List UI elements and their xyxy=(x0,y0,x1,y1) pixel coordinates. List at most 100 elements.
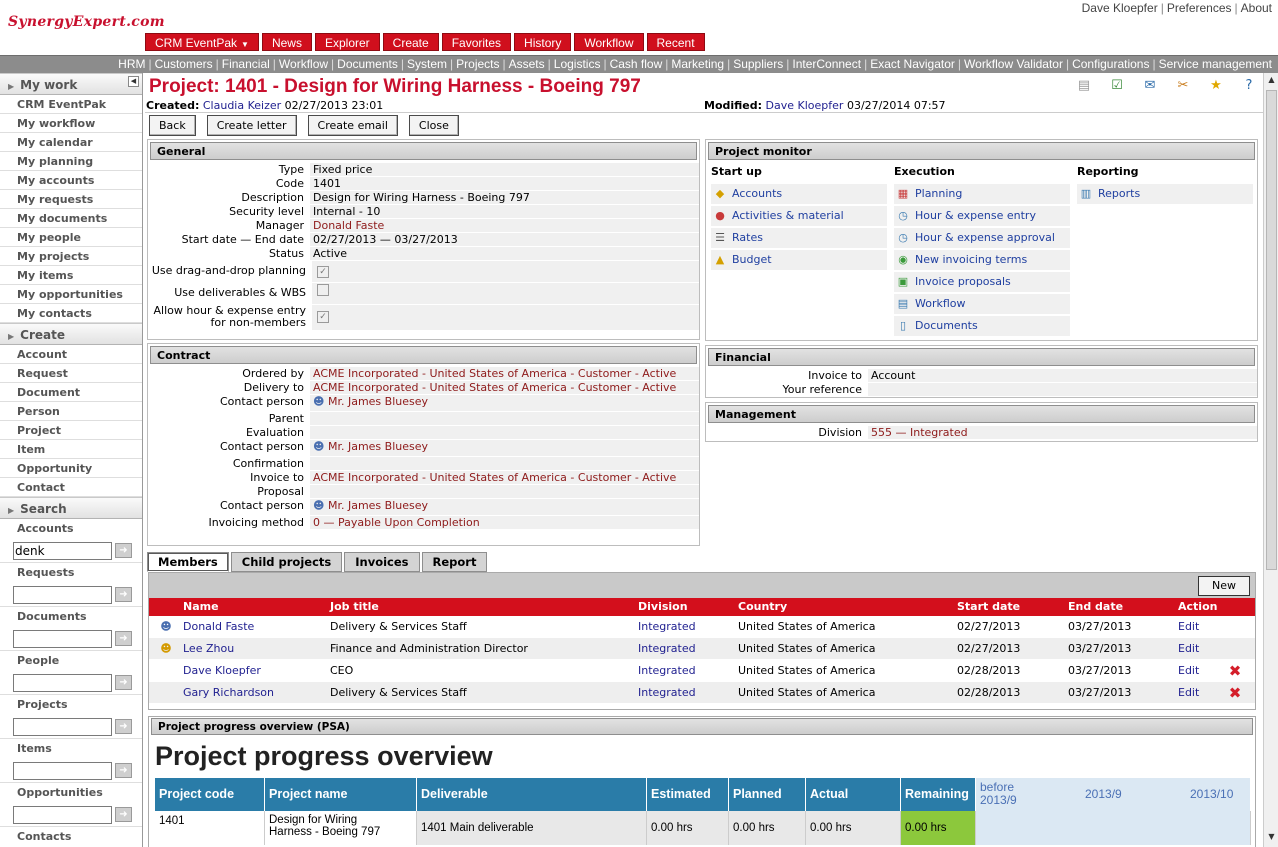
checklist-icon[interactable]: ☑ xyxy=(1107,78,1127,94)
sidebar-create-contact[interactable]: Contact xyxy=(0,478,142,497)
scrollbar-thumb[interactable] xyxy=(1266,90,1277,570)
edit-link[interactable]: Edit xyxy=(1178,642,1199,655)
search-header[interactable]: ▶ Search xyxy=(0,497,142,519)
sidebar-create-project[interactable]: Project xyxy=(0,421,142,440)
sidebar-create-item[interactable]: Item xyxy=(0,440,142,459)
favorite-star-icon[interactable]: ★ xyxy=(1206,78,1226,94)
sidebar-item-my-projects[interactable]: My projects xyxy=(0,247,142,266)
submenu-marketing[interactable]: Marketing xyxy=(671,57,724,71)
sidebar-item-crm-eventpak[interactable]: CRM EventPak xyxy=(0,95,142,114)
member-name-link[interactable]: Donald Faste xyxy=(183,620,254,633)
user-name[interactable]: Dave Kloepfer xyxy=(1082,1,1158,15)
submenu-suppliers[interactable]: Suppliers xyxy=(733,57,783,71)
tools-icon[interactable]: ✂ xyxy=(1173,78,1193,94)
menu-crm-eventpak[interactable]: CRM EventPak ▼ xyxy=(145,33,259,51)
member-division-link[interactable]: Integrated xyxy=(638,664,696,677)
delete-icon[interactable]: ✖ xyxy=(1229,662,1242,680)
scroll-down-icon[interactable]: ▼ xyxy=(1265,832,1278,845)
go-arrow-icon[interactable]: ➜ xyxy=(115,763,132,778)
delete-icon[interactable]: ✖ xyxy=(1229,684,1242,702)
menu-create[interactable]: Create xyxy=(382,33,439,51)
sidebar-item-my-planning[interactable]: My planning xyxy=(0,152,142,171)
monitor-rates[interactable]: ☰ Rates xyxy=(711,228,887,248)
monitor-activities-material[interactable]: ● Activities & material xyxy=(711,206,887,226)
tab-child-projects[interactable]: Child projects xyxy=(230,552,343,572)
tab-invoices[interactable]: Invoices xyxy=(344,552,420,572)
member-division-link[interactable]: Integrated xyxy=(638,686,696,699)
menu-recent[interactable]: Recent xyxy=(646,33,705,51)
submenu-workflow[interactable]: Workflow xyxy=(279,57,328,71)
submenu-financial[interactable]: Financial xyxy=(222,57,270,71)
monitor-accounts[interactable]: ◆ Accounts xyxy=(711,184,887,204)
search-items-input[interactable] xyxy=(13,761,112,780)
sidebar-create-request[interactable]: Request xyxy=(0,364,142,383)
submenu-workflow-validator[interactable]: Workflow Validator xyxy=(964,57,1063,71)
my-work-header[interactable]: ▶ My work ◀ xyxy=(0,73,142,95)
menu-favorites[interactable]: Favorites xyxy=(441,33,512,51)
close-button[interactable]: Close xyxy=(408,115,459,136)
search-people-input[interactable] xyxy=(13,673,112,692)
submenu-cash-flow[interactable]: Cash flow xyxy=(610,57,663,71)
sidebar-create-account[interactable]: Account xyxy=(0,345,142,364)
edit-link[interactable]: Edit xyxy=(1178,686,1199,699)
sidebar-item-my-contacts[interactable]: My contacts xyxy=(0,304,142,323)
preferences-link[interactable]: Preferences xyxy=(1167,1,1232,15)
contact-person-link[interactable]: Mr. James Bluesey xyxy=(328,440,428,453)
col-name[interactable]: Name xyxy=(183,598,330,616)
tab-members[interactable]: Members xyxy=(147,552,229,572)
monitor-budget[interactable]: ▲ Budget xyxy=(711,250,887,270)
search-accounts-input[interactable] xyxy=(13,541,112,560)
submenu-interconnect[interactable]: InterConnect xyxy=(792,57,861,71)
sidebar-item-my-requests[interactable]: My requests xyxy=(0,190,142,209)
col-end-date[interactable]: End date xyxy=(1068,598,1178,616)
monitor-planning[interactable]: ▦ Planning xyxy=(894,184,1070,204)
col-job-title[interactable]: Job title xyxy=(330,598,638,616)
search-projects-input[interactable] xyxy=(13,717,112,736)
submenu-hrm[interactable]: HRM xyxy=(118,57,145,71)
monitor-documents[interactable]: ▯ Documents xyxy=(894,316,1070,336)
col-country[interactable]: Country xyxy=(738,598,957,616)
ordered-by-link[interactable]: ACME Incorporated - United States of Ame… xyxy=(313,367,676,380)
sidebar-create-document[interactable]: Document xyxy=(0,383,142,402)
modified-by-link[interactable]: Dave Kloepfer xyxy=(766,99,844,112)
submenu-assets[interactable]: Assets xyxy=(509,57,545,71)
submenu-documents[interactable]: Documents xyxy=(337,57,398,71)
submenu-customers[interactable]: Customers xyxy=(155,57,213,71)
search-requests-input[interactable] xyxy=(13,585,112,604)
monitor-hour-expense-approval[interactable]: ◷ Hour & expense approval xyxy=(894,228,1070,248)
about-link[interactable]: About xyxy=(1241,1,1272,15)
submenu-system[interactable]: System xyxy=(407,57,447,71)
delivery-to-link[interactable]: ACME Incorporated - United States of Ame… xyxy=(313,381,676,394)
sidebar-item-my-people[interactable]: My people xyxy=(0,228,142,247)
member-division-link[interactable]: Integrated xyxy=(638,620,696,633)
synergy-logo[interactable]: SynergyExpert.com xyxy=(8,14,165,30)
monitor-hour-expense-entry[interactable]: ◷ Hour & expense entry xyxy=(894,206,1070,226)
member-division-link[interactable]: Integrated xyxy=(638,642,696,655)
edit-link[interactable]: Edit xyxy=(1178,664,1199,677)
search-documents-input[interactable] xyxy=(13,629,112,648)
member-name-link[interactable]: Dave Kloepfer xyxy=(183,664,261,677)
sidebar-create-person[interactable]: Person xyxy=(0,402,142,421)
collapse-sidebar-icon[interactable]: ◀ xyxy=(128,76,139,87)
sidebar-item-my-opportunities[interactable]: My opportunities xyxy=(0,285,142,304)
scroll-up-icon[interactable]: ▲ xyxy=(1265,75,1278,88)
vertical-scrollbar[interactable]: ▲ ▼ xyxy=(1263,73,1278,847)
email-icon[interactable]: ✉ xyxy=(1140,78,1160,94)
submenu-exact-navigator[interactable]: Exact Navigator xyxy=(870,57,955,71)
col-start-date[interactable]: Start date xyxy=(957,598,1068,616)
allow-entry-checkbox[interactable]: ✓ xyxy=(317,311,329,323)
sidebar-item-my-documents[interactable]: My documents xyxy=(0,209,142,228)
go-arrow-icon[interactable]: ➜ xyxy=(115,587,132,602)
create-letter-button[interactable]: Create letter xyxy=(206,115,297,136)
manager-link[interactable]: Donald Faste xyxy=(313,219,384,232)
menu-news[interactable]: News xyxy=(261,33,312,51)
monitor-invoice-proposals[interactable]: ▣ Invoice proposals xyxy=(894,272,1070,292)
edit-link[interactable]: Edit xyxy=(1178,620,1199,633)
back-button[interactable]: Back xyxy=(149,115,196,136)
go-arrow-icon[interactable]: ➜ xyxy=(115,543,132,558)
contact-person-link[interactable]: Mr. James Bluesey xyxy=(328,499,428,512)
print-icon[interactable]: ▤ xyxy=(1074,78,1094,94)
invoicing-method-link[interactable]: 0 — Payable Upon Completion xyxy=(313,516,480,529)
submenu-service-management[interactable]: Service management xyxy=(1159,57,1272,71)
submenu-configurations[interactable]: Configurations xyxy=(1072,57,1149,71)
